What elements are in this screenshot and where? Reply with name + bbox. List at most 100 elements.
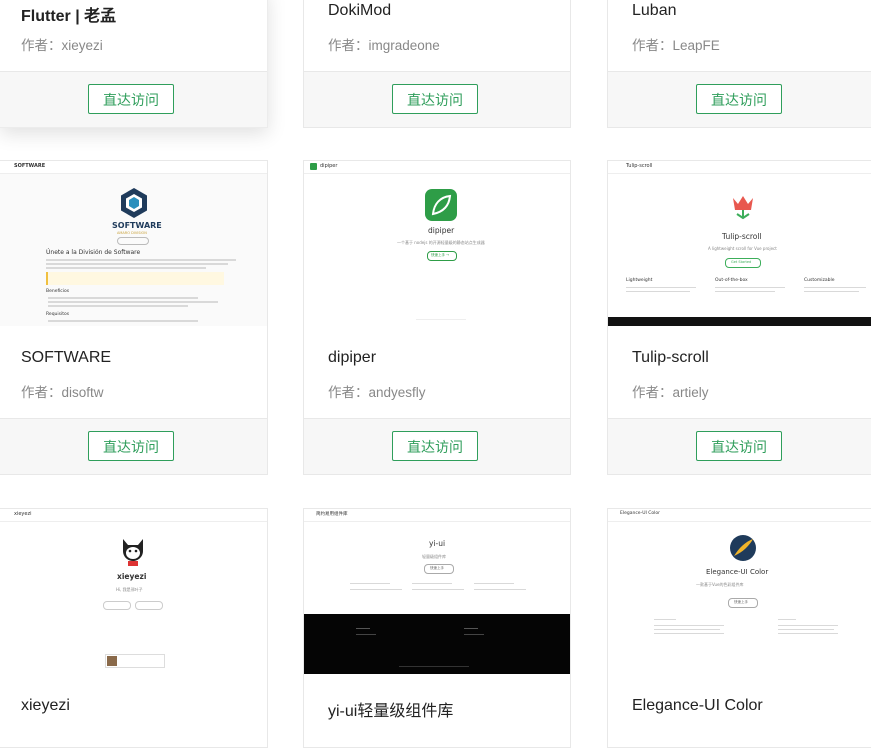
- card-thumbnail[interactable]: dipiper dipiper 一个基于 nodejs 的开源轻量级的静态站点生…: [304, 161, 570, 326]
- author-prefix: 作者：: [632, 38, 673, 53]
- card-thumbnail[interactable]: Tulip-scroll Tulip-scroll A lightweight …: [608, 161, 871, 326]
- thumbnail-nav-title: Elegance-UI Color: [620, 511, 660, 516]
- thumbnail-nav-title: dipiper: [320, 163, 338, 169]
- card-footer: 直达访问: [608, 71, 871, 127]
- thumbnail-cta-label: 快速上手 →: [431, 253, 450, 257]
- card-author: 作者：andyesfly: [328, 381, 426, 401]
- project-card: SOFTWARE SOFTWARE AMARO DIVISION Únete a…: [0, 160, 268, 475]
- thumbnail-navbar: Tulip-scroll: [608, 161, 871, 174]
- thumbnail-tag-1: [103, 601, 131, 610]
- card-title: Flutter | 老孟: [21, 8, 117, 25]
- author-name: imgradeone: [368, 38, 440, 53]
- card-title: Elegance-UI Color: [632, 697, 763, 714]
- thumbnail-dark-footer: [304, 614, 570, 674]
- author-name: artiely: [672, 385, 709, 400]
- thumbnail-desc: 轻量级组件库: [422, 554, 446, 559]
- card-footer: 直达访问: [304, 71, 570, 127]
- thumbnail-cta-label: Get Started: [731, 260, 752, 264]
- card-footer: 直达访问: [0, 418, 267, 474]
- card-author: 作者：disoftw: [21, 381, 104, 401]
- thumbnail-name: Elegance-UI Color: [706, 568, 769, 576]
- card-author: 作者：artiely: [632, 381, 709, 401]
- visit-button[interactable]: 直达访问: [696, 431, 782, 461]
- thumbnail-navbar: Elegance-UI Color: [608, 509, 871, 522]
- thumbnail-heading: Únete a la División de Software: [46, 249, 141, 256]
- visit-button[interactable]: 直达访问: [88, 84, 174, 114]
- thumbnail-desc: 一款基于Vue的色彩组件库: [696, 582, 744, 587]
- thumbnail-nav-title: Tulip-scroll: [626, 163, 653, 169]
- thumbnail-footer-bar: [608, 317, 871, 326]
- cat-avatar-icon: [123, 539, 143, 566]
- thumbnail-navbar: 简约易用组件库: [304, 509, 570, 522]
- card-thumbnail[interactable]: xieyezi xieyezi Hi, 我是邪叶子: [0, 509, 267, 674]
- project-card: Luban 作者：LeapFE 直达访问: [607, 0, 871, 128]
- thumbnail-section-benefits: Beneficios: [46, 289, 70, 294]
- card-title: Tulip-scroll: [632, 349, 709, 366]
- thumbnail-feature-3: Customizable: [804, 278, 835, 283]
- project-card: dipiper dipiper 一个基于 nodejs 的开源轻量级的静态站点生…: [303, 160, 571, 475]
- hexagon-logo-icon: [121, 188, 147, 218]
- project-card: Elegance-UI Color Elegance-UI Color 一款基于…: [607, 508, 871, 748]
- card-title: Luban: [632, 2, 677, 19]
- thumbnail-cta: 快速上手 →: [427, 251, 457, 261]
- author-prefix: 作者：: [632, 385, 673, 400]
- leaf-logo-icon: [425, 189, 457, 221]
- card-footer: 直达访问: [608, 418, 871, 474]
- visit-button[interactable]: 直达访问: [392, 84, 478, 114]
- card-thumbnail[interactable]: SOFTWARE SOFTWARE AMARO DIVISION Únete a…: [0, 161, 267, 326]
- author-prefix: 作者：: [21, 38, 62, 53]
- thumbnail-cta: Get Started: [725, 258, 761, 268]
- author-prefix: 作者：: [328, 385, 369, 400]
- thumbnail-navbar: SOFTWARE: [0, 161, 267, 174]
- thumbnail-cta: 快速上手: [728, 598, 758, 608]
- thumbnail-name: dipiper: [428, 226, 455, 235]
- thumbnail-cta-label: 快速上手: [734, 600, 748, 604]
- card-title: dipiper: [328, 349, 377, 366]
- thumbnail-notice: [46, 272, 224, 285]
- thumbnail-navbar: dipiper: [304, 161, 570, 174]
- visit-button[interactable]: 直达访问: [88, 431, 174, 461]
- thumbnail-name: yi-ui: [429, 539, 446, 548]
- card-title: xieyezi: [21, 697, 70, 714]
- thumbnail-feature-1: Lightweight: [626, 278, 653, 283]
- project-card: DokiMod 作者：imgradeone 直达访问: [303, 0, 571, 128]
- card-author: 作者：imgradeone: [328, 34, 440, 54]
- thumbnail-feature-2: Out-of-the-box: [715, 278, 748, 283]
- project-card: Flutter | 老孟 作者：xieyezi 直达访问: [0, 0, 268, 128]
- author-prefix: 作者：: [328, 38, 369, 53]
- project-card: xieyezi xieyezi Hi, 我是邪叶子 xieyezi: [0, 508, 268, 748]
- project-card: 简约易用组件库 yi-ui 轻量级组件库 快速上手 yi-ui轻量级组件库: [303, 508, 571, 748]
- card-footer: 直达访问: [0, 71, 267, 127]
- card-title: SOFTWARE: [21, 349, 112, 366]
- thumbnail-name: xieyezi: [117, 572, 147, 581]
- thumbnail-pill: [117, 237, 149, 245]
- thumbnail-cta: 快速上手: [424, 564, 454, 574]
- thumbnail-desc: A lightweight scroll for Vue project: [708, 246, 777, 251]
- visit-button[interactable]: 直达访问: [392, 431, 478, 461]
- thumbnail-music-player: [105, 654, 165, 668]
- card-title: yi-ui轻量级组件库: [328, 703, 454, 720]
- project-card: Tulip-scroll Tulip-scroll A lightweight …: [607, 160, 871, 475]
- thumbnail-cta-label: 快速上手: [430, 566, 444, 570]
- author-name: xieyezi: [61, 38, 103, 53]
- thumbnail-nav-title: 简约易用组件库: [316, 512, 348, 517]
- thumbnail-nav-title: xieyezi: [14, 511, 32, 517]
- author-name: disoftw: [61, 385, 104, 400]
- thumbnail-navbar: xieyezi: [0, 509, 267, 522]
- card-thumbnail[interactable]: Elegance-UI Color Elegance-UI Color 一款基于…: [608, 509, 871, 674]
- thumbnail-logo-sub: AMARO DIVISION: [117, 231, 147, 235]
- thumbnail-desc: 一个基于 nodejs 的开源轻量级的静态站点生成器: [397, 240, 485, 245]
- thumbnail-nav-title: SOFTWARE: [14, 163, 46, 169]
- thumbnail-name: Tulip-scroll: [722, 232, 762, 241]
- visit-button[interactable]: 直达访问: [696, 84, 782, 114]
- card-author: 作者：LeapFE: [632, 34, 720, 54]
- palette-logo-icon: [730, 535, 756, 561]
- card-footer: 直达访问: [304, 418, 570, 474]
- author-name: LeapFE: [672, 38, 720, 53]
- thumbnail-nav-logo-icon: [310, 163, 317, 170]
- card-title: DokiMod: [328, 2, 392, 19]
- thumbnail-section-requirements: Requisitos: [46, 312, 70, 317]
- card-thumbnail[interactable]: 简约易用组件库 yi-ui 轻量级组件库 快速上手: [304, 509, 570, 674]
- tulip-logo-icon: [733, 196, 753, 220]
- card-author: 作者：xieyezi: [21, 34, 103, 54]
